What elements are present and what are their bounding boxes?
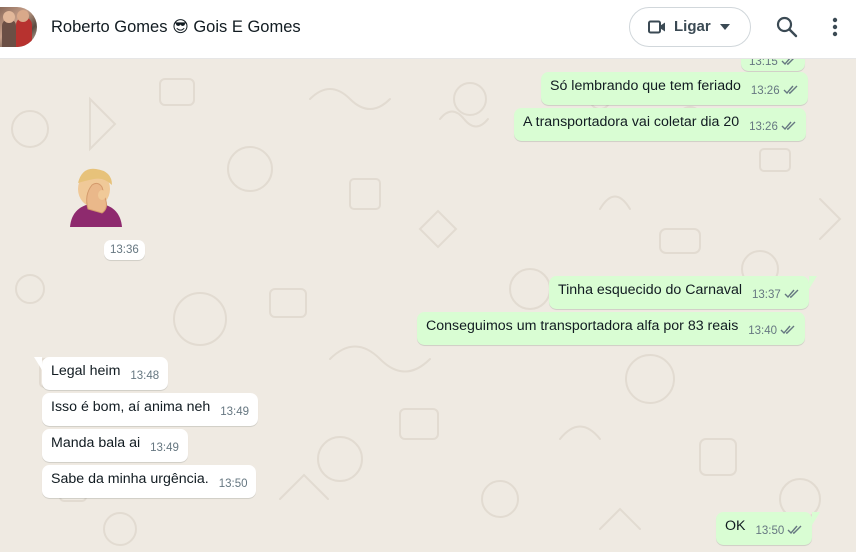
message-time: 13:26 — [749, 121, 778, 133]
chat-header: Roberto Gomes 😎 Gois E Gomes Ligar — [0, 0, 856, 59]
message-bubble-outgoing[interactable]: OK 13:50 — [716, 512, 821, 545]
facepalm-sticker[interactable] — [64, 165, 128, 227]
message-list[interactable]: 13:15 Só lembrando que tem feriado 13:26… — [0, 59, 856, 552]
message-time: 13:50 — [218, 478, 248, 490]
read-ticks-icon — [784, 289, 799, 299]
contact-name[interactable]: Roberto Gomes 😎 Gois E Gomes — [51, 17, 301, 37]
message-time: 13:26 — [750, 85, 780, 97]
menu-icon[interactable] — [825, 16, 845, 38]
message-text: OK — [725, 518, 746, 534]
read-ticks-icon — [787, 525, 802, 535]
avatar[interactable] — [0, 7, 37, 47]
message-time: 13:49 — [150, 442, 179, 454]
message-bubble-outgoing[interactable]: A transportadora vai coletar dia 20 13:2… — [514, 108, 806, 141]
message-time: 13:40 — [748, 325, 778, 337]
read-ticks-icon — [781, 59, 794, 66]
sticker-time: 13:36 — [104, 240, 145, 260]
message-text: Sabe da minha urgência. — [51, 471, 209, 487]
message-text: A transportadora vai coletar dia 20 — [523, 114, 740, 130]
message-text: Legal heim — [51, 363, 121, 379]
message-text: Só lembrando que tem feriado — [550, 78, 741, 94]
chevron-down-icon — [720, 24, 730, 30]
message-time: 13:37 — [751, 289, 781, 301]
read-ticks-icon — [780, 325, 795, 335]
message-bubble-outgoing[interactable]: Só lembrando que tem feriado 13:26 — [541, 72, 808, 105]
message-time: 13:49 — [220, 406, 250, 418]
message-bubble-incoming[interactable]: Isso é bom, aí anima neh 13:49 — [42, 393, 259, 426]
message-bubble-outgoing[interactable]: Tinha esquecido do Carnaval 13:37 — [549, 276, 817, 309]
search-icon[interactable] — [776, 16, 798, 38]
read-ticks-icon — [783, 85, 798, 95]
message-bubble-outgoing[interactable]: Conseguimos um transportadora alfa por 8… — [417, 312, 806, 345]
message-bubble-incoming[interactable]: Manda bala ai 13:49 — [42, 429, 188, 462]
message-time: 13:50 — [755, 525, 785, 537]
message-text: Conseguimos um transportadora alfa por 8… — [426, 318, 739, 334]
call-button-label: Ligar — [674, 18, 711, 35]
message-bubble-incoming[interactable]: Sabe da minha urgência. 13:50 — [42, 465, 257, 498]
message-text: Isso é bom, aí anima neh — [51, 399, 211, 415]
video-icon — [648, 20, 665, 34]
message-time: 13:48 — [130, 370, 160, 382]
contact-name-suffix: Gois E Gomes — [193, 18, 301, 36]
message-bubble-outgoing-partial[interactable]: 13:15 — [741, 59, 805, 71]
call-button[interactable]: Ligar — [629, 7, 751, 47]
sunglasses-emoji: 😎 — [172, 17, 189, 36]
read-ticks-icon — [781, 121, 796, 131]
contact-name-text: Roberto Gomes — [51, 18, 168, 36]
message-bubble-incoming[interactable]: Legal heim 13:48 — [34, 357, 169, 390]
message-text: Manda bala ai — [51, 435, 141, 451]
message-time: 13:15 — [749, 59, 778, 68]
message-text: Tinha esquecido do Carnaval — [558, 282, 743, 298]
